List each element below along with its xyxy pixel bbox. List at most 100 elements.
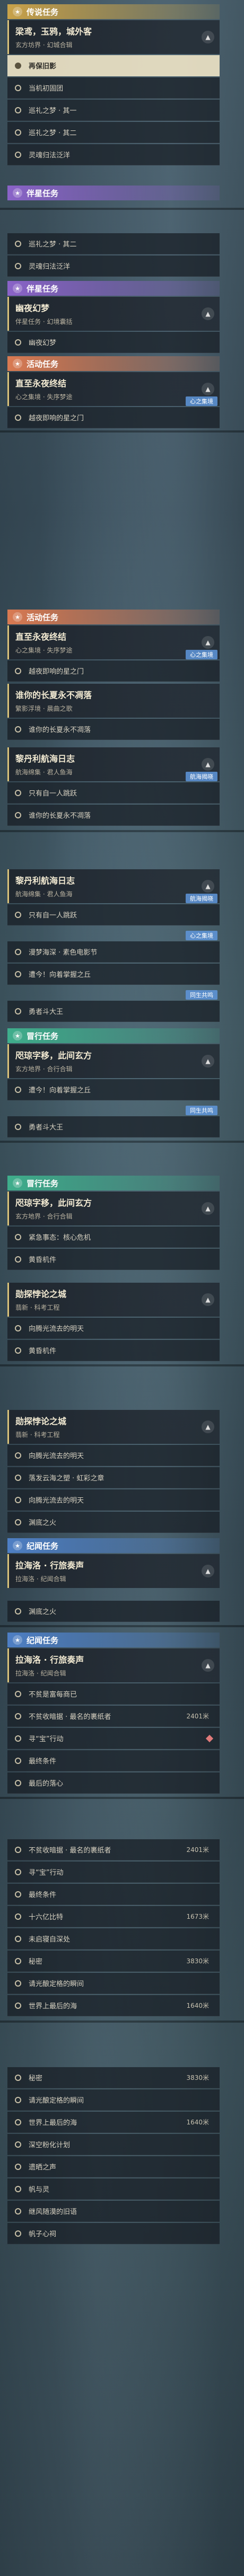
step-item[interactable]: 谁你的长夏永不凋落 (7, 805, 220, 826)
step-item[interactable]: 深空粉化计划 (7, 2134, 220, 2155)
quest-card[interactable]: 谁你的长夏永不凋落 繁影浮境 · 晨曲之歌 (7, 684, 220, 718)
step-label: 向腾光流去的明天 (29, 1497, 84, 1505)
quest-card[interactable]: 幽夜幻梦 伴星任务 · 幻境囊括 ▲ (7, 297, 220, 331)
chevron-up-icon[interactable]: ▲ (202, 1055, 214, 1068)
circle-icon (15, 1757, 21, 1764)
chevron-up-icon[interactable]: ▲ (202, 1565, 214, 1577)
chevron-up-icon[interactable]: ▲ (202, 880, 214, 893)
category-event[interactable]: ★ 活动任务 (7, 610, 220, 624)
step-item[interactable]: 向腾光流去的明天 (7, 1445, 220, 1466)
step-item[interactable]: 灵魂归法泛洋 (7, 255, 220, 277)
circle-icon (15, 262, 21, 269)
quest-card[interactable]: 拉海洛 · 行旅奏声 拉海洛 · 纪闻合辑 ▲ (7, 1648, 220, 1682)
step-item[interactable]: 越夜即响的星之门 (7, 660, 220, 682)
star-icon: ★ (13, 7, 22, 16)
step-item[interactable]: 秘密 3830米 (7, 2067, 220, 2088)
step-label: 遭今！向着掌握之丘 (29, 1087, 91, 1095)
category-event[interactable]: ★ 活动任务 (7, 356, 220, 371)
step-item[interactable]: 请光酿定格的瞬间 (7, 1973, 220, 1994)
step-item[interactable]: 不贫收暗据 · 最名的裹纸者 2401米 (7, 1706, 220, 1727)
circle-icon (15, 2119, 21, 2125)
step-label: 请光酿定格的瞬间 (29, 2097, 84, 2105)
step-item[interactable]: 不贫收暗据 · 最名的裹纸者 2401米 (7, 1839, 220, 1860)
step-item[interactable]: 最终条件 (7, 1750, 220, 1771)
step-label: 不贫收暗据 · 最名的裹纸者 (29, 1713, 111, 1721)
chevron-up-icon[interactable]: ▲ (202, 636, 214, 649)
step-item[interactable]: 最后的落心 (7, 1772, 220, 1794)
step-item[interactable]: 落发云海之塑 · 虹彩之章 (7, 1467, 220, 1488)
step-item[interactable]: 向腾光流去的明天 (7, 1489, 220, 1511)
chevron-up-icon[interactable]: ▲ (202, 1421, 214, 1433)
step-item[interactable]: 勇者斗大王 (7, 1116, 220, 1137)
step-item[interactable]: 遭今！向着掌握之丘 (7, 1079, 220, 1100)
chevron-up-icon[interactable]: ▲ (202, 383, 214, 395)
chevron-up-icon[interactable]: ▲ (202, 307, 214, 320)
category-chronicle[interactable]: ★ 纪闻任务 (7, 1633, 220, 1647)
step-item[interactable]: 继风随漠的旧语 (7, 2201, 220, 2222)
step-item[interactable]: 秘密 3830米 (7, 1951, 220, 1972)
step-item[interactable]: 寻“宝”行动 (7, 1862, 220, 1883)
step-item[interactable]: 遭今！向着掌握之丘 (7, 964, 220, 985)
step-item[interactable]: 寻“宝”行动 (7, 1728, 220, 1749)
quest-subtitle: 玄方坊界 · 幻城合辑 (15, 41, 73, 49)
circle-icon (15, 1690, 21, 1697)
step-item[interactable]: 勇者斗大王 (7, 1001, 220, 1022)
step-item[interactable]: 再保旧影 (7, 55, 220, 76)
circle-icon (15, 1325, 21, 1331)
step-item[interactable]: 越夜即响的星之门 (7, 407, 220, 428)
step-item[interactable]: 巡礼之梦 · 其二 (7, 122, 220, 143)
category-companion[interactable]: ★ 伴星任务 (7, 281, 220, 296)
distance-label: 2401米 (186, 1846, 209, 1854)
step-item[interactable]: 只有自一人跳跃 (7, 782, 220, 804)
chevron-up-icon[interactable]: ▲ (202, 31, 214, 43)
step-item[interactable]: 谁你的长夏永不凋落 (7, 719, 220, 740)
step-item[interactable]: 幽夜幻梦 (7, 332, 220, 353)
step-label: 幽夜幻梦 (29, 339, 57, 347)
star-icon: ★ (13, 1541, 22, 1550)
step-item[interactable]: 漫梦海深 · 素色电影节 (7, 941, 220, 963)
divider (0, 830, 244, 832)
step-item[interactable]: 帆与灵 (7, 2178, 220, 2200)
step-item[interactable]: 向腾光流去的明天 (7, 1318, 220, 1339)
step-item[interactable]: 帆子心祠 (7, 2223, 220, 2244)
category-adventure[interactable]: ★ 冒行任务 (7, 1176, 220, 1190)
step-item[interactable]: 黄昏机件 (7, 1249, 220, 1270)
chevron-up-icon[interactable]: ▲ (202, 1293, 214, 1306)
quest-card[interactable]: 咫琼字移，此间玄方 玄方地界 · 合行合辑 ▲ (7, 1192, 220, 1225)
quest-card[interactable]: 拉海洛 · 行旅奏声 拉海洛 · 纪闻合辑 ▲ (7, 1554, 220, 1588)
distance-label: 3830米 (186, 2074, 209, 2081)
step-item[interactable]: 灵魂归法泛洋 (7, 144, 220, 165)
step-item[interactable]: 渊底之火 (7, 1512, 220, 1533)
step-item[interactable]: 只有自一人跳跃 (7, 904, 220, 925)
step-item[interactable]: 十六亿比特 1673米 (7, 1906, 220, 1927)
category-companion[interactable]: ★ 伴星任务 (7, 186, 220, 200)
step-item[interactable]: 遗晒之声 (7, 2156, 220, 2177)
quest-card[interactable]: 勋探悖论之城 翡新 · 科考工程 ▲ (7, 1410, 220, 1444)
step-item[interactable]: 紧急事态：核心危机 (7, 1227, 220, 1248)
quest-card[interactable]: 勋探悖论之城 翡新 · 科考工程 ▲ (7, 1283, 220, 1317)
quest-subtitle: 繁影浮境 · 晨曲之歌 (15, 705, 73, 712)
quest-card[interactable]: 梁鸢，玉鸦，城外客 玄方坊界 · 幻城合辑 ▲ (7, 20, 220, 54)
step-item[interactable]: 黄昏机件 (7, 1340, 220, 1361)
step-label: 灵魂归法泛洋 (29, 263, 71, 271)
chevron-up-icon[interactable]: ▲ (202, 1202, 214, 1215)
step-item[interactable]: 巡礼之梦 · 其一 (7, 100, 220, 121)
step-item[interactable]: 当机初固团 (7, 77, 220, 99)
step-label: 不贫是富每商已 (29, 1691, 77, 1699)
category-chronicle[interactable]: ★ 纪闻任务 (7, 1538, 220, 1553)
category-adventure[interactable]: ★ 冒行任务 (7, 1028, 220, 1043)
step-item[interactable]: 不贫是富每商已 (7, 1683, 220, 1705)
step-label: 最后的落心 (29, 1780, 64, 1788)
step-item[interactable]: 渊底之火 (7, 1601, 220, 1622)
step-item[interactable]: 世界上最后的海 1640米 (7, 1995, 220, 2016)
step-item[interactable]: 请光酿定格的瞬间 (7, 2089, 220, 2111)
step-item[interactable]: 世界上最后的海 1640米 (7, 2112, 220, 2133)
chevron-up-icon[interactable]: ▲ (202, 758, 214, 771)
quest-card[interactable]: 咫琼字移，此间玄方 玄方地界 · 合行合辑 ▲ (7, 1044, 220, 1078)
category-legend[interactable]: ★ 传说任务 (7, 4, 220, 19)
step-item[interactable]: 未启寝自深处 (7, 1928, 220, 1949)
chevron-up-icon[interactable]: ▲ (202, 1659, 214, 1672)
step-item[interactable]: 最终条件 (7, 1884, 220, 1905)
step-item[interactable]: 巡礼之梦 · 其二 (7, 233, 220, 254)
circle-icon (15, 1123, 21, 1130)
